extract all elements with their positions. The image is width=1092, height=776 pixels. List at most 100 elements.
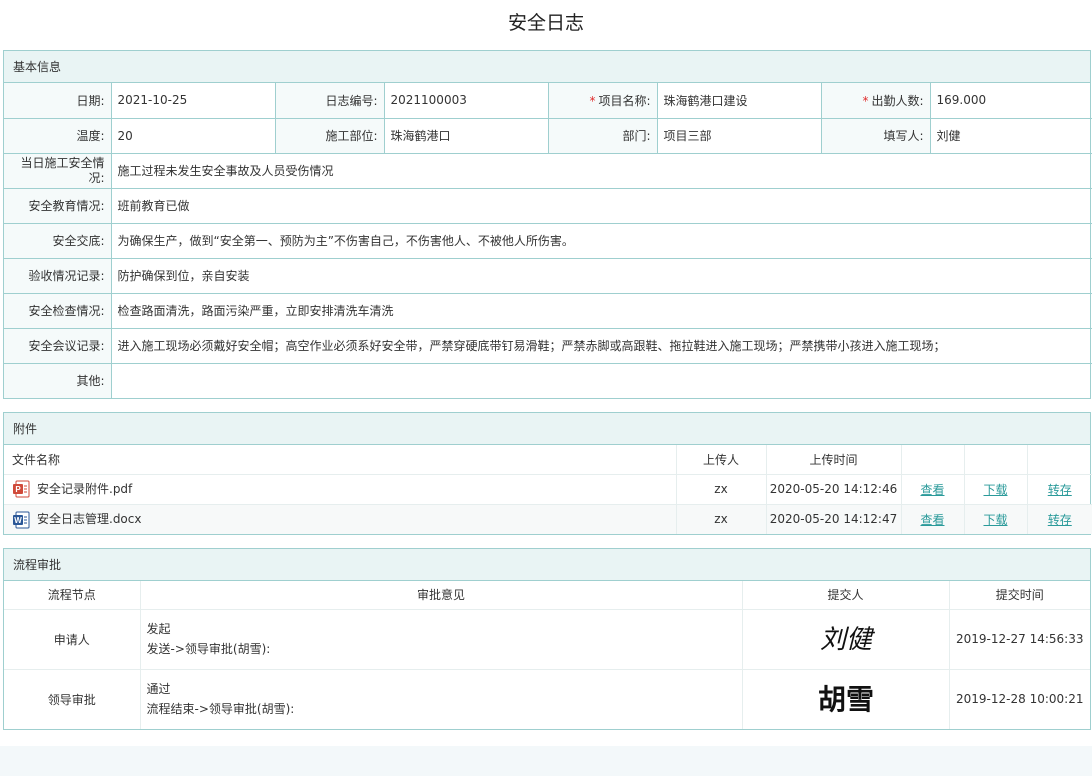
safety-status-label: 当日施工安全情况: <box>4 153 112 189</box>
col-upload-time: 上传时间 <box>766 445 902 475</box>
flow-node: 领导审批 <box>4 669 141 729</box>
signature-cell: 胡雪 <box>742 669 950 729</box>
attendance-value: 169.000 <box>930 83 1092 119</box>
temperature-label: 温度: <box>4 118 112 154</box>
col-node: 流程节点 <box>4 581 141 610</box>
file-name: 安全记录附件.pdf <box>37 481 133 496</box>
download-cell: 下载 <box>964 474 1028 505</box>
flow-node: 申请人 <box>4 609 141 670</box>
uploader: zx <box>676 504 767 534</box>
transfer-link[interactable]: 转存 <box>1048 513 1072 527</box>
attachments-header-row: 文件名称 上传人 上传时间 <box>4 445 1092 475</box>
upload-time: 2020-05-20 14:12:46 <box>766 474 902 505</box>
safety-education-value: 班前教育已做 <box>111 188 1092 224</box>
info-row-2: 温度: 20 施工部位: 珠海鹤港口 部门: 项目三部 填写人: 刘健 <box>4 118 1092 154</box>
download-link[interactable]: 下载 <box>983 513 1007 527</box>
col-view <box>901 445 965 475</box>
safety-meeting-label: 安全会议记录: <box>4 328 112 364</box>
required-mark: * <box>589 93 596 108</box>
file-name-cell: W 安全日志管理.docx <box>4 504 677 534</box>
view-cell: 查看 <box>901 504 965 534</box>
author-label: 填写人: <box>821 118 931 154</box>
svg-text:P: P <box>15 485 21 494</box>
workflow-header: 流程审批 <box>4 549 1090 581</box>
info-row-safety-briefing: 安全交底: 为确保生产，做到“安全第一、预防为主”不伤害自己，不伤害他人、不被他… <box>4 223 1092 259</box>
uploader: zx <box>676 474 767 505</box>
submit-time: 2019-12-27 14:56:33 <box>949 609 1090 670</box>
other-value <box>111 363 1092 398</box>
submit-time: 2019-12-28 10:00:21 <box>956 692 1084 707</box>
safety-briefing-value: 为确保生产，做到“安全第一、预防为主”不伤害自己，不伤害他人、不被他人所伤害。 <box>111 223 1092 259</box>
page-footer-band <box>0 746 1092 776</box>
workflow-row: 申请人 发起 发送->领导审批(胡雪): 刘健 2019-12-27 14:56… <box>4 609 1090 670</box>
view-link[interactable]: 查看 <box>920 513 944 527</box>
opinion-cell: 通过 流程结束->领导审批(胡雪): <box>140 669 743 729</box>
attachments-panel: 附件 文件名称 上传人 上传时间 P 安全记录附件.pdf zx 2020-05… <box>3 412 1092 535</box>
date-value: 2021-10-25 <box>111 83 276 119</box>
col-uploader: 上传人 <box>676 445 767 475</box>
acceptance-value: 防护确保到位，亲自安装 <box>111 258 1092 294</box>
attachments-table: 文件名称 上传人 上传时间 P 安全记录附件.pdf zx 2020-05-20… <box>4 445 1092 534</box>
date-label: 日期: <box>4 83 112 119</box>
svg-text:W: W <box>14 516 22 525</box>
info-row-acceptance: 验收情况记录: 防护确保到位，亲自安装 <box>4 258 1092 294</box>
construction-site-value: 珠海鹤港口 <box>384 118 549 154</box>
download-cell: 下载 <box>964 504 1028 534</box>
opinion-text: 通过 <box>146 682 171 697</box>
safety-briefing-label: 安全交底: <box>4 223 112 259</box>
safety-meeting-value: 进入施工现场必须戴好安全帽；高空作业必须系好安全带，严禁穿硬底带钉易滑鞋；严禁赤… <box>111 328 1092 364</box>
opinion-text: 发起 <box>146 622 171 636</box>
workflow-panel: 流程审批 流程节点 审批意见 提交人 提交时间 申请人 发起 发送->领导审批(… <box>3 548 1091 730</box>
department-value: 项目三部 <box>657 118 822 154</box>
info-row-1: 日期: 2021-10-25 日志编号: 2021100003 * 项目名称: 珠… <box>4 83 1092 119</box>
attendance-label: * 出勤人数: <box>821 83 931 119</box>
project-name-value: 珠海鹤港口建设 <box>657 83 822 119</box>
other-label: 其他: <box>4 363 112 398</box>
view-link[interactable]: 查看 <box>920 483 944 497</box>
workflow-table: 流程节点 审批意见 提交人 提交时间 申请人 发起 发送->领导审批(胡雪): … <box>4 581 1090 729</box>
col-opinion: 审批意见 <box>140 581 743 610</box>
info-row-safety-inspection: 安全检查情况: 检查路面清洗，路面污染严重，立即安排清洗车清洗 <box>4 293 1092 329</box>
col-submit-time: 提交时间 <box>949 581 1090 610</box>
department-label: 部门: <box>548 118 658 154</box>
transfer-cell: 转存 <box>1027 504 1092 534</box>
workflow-row: 领导审批 通过 流程结束->领导审批(胡雪): 胡雪 2019-12-28 10… <box>4 669 1090 729</box>
safety-inspection-label: 安全检查情况: <box>4 293 112 329</box>
attachments-header: 附件 <box>4 413 1090 445</box>
required-mark: * <box>862 93 869 108</box>
upload-time: 2020-05-20 14:12:47 <box>766 504 902 534</box>
temperature-value: 20 <box>111 118 276 154</box>
svg-text:刘健: 刘健 <box>819 625 875 655</box>
basic-info-header: 基本信息 <box>4 51 1090 83</box>
opinion-cell: 发起 发送->领导审批(胡雪): <box>140 609 743 670</box>
svg-text:胡雪: 胡雪 <box>817 683 873 716</box>
transfer-cell: 转存 <box>1027 474 1092 505</box>
safety-status-value: 施工过程未发生安全事故及人员受伤情况 <box>111 153 1092 189</box>
info-row-safety-meeting: 安全会议记录: 进入施工现场必须戴好安全帽；高空作业必须系好安全带，严禁穿硬底带… <box>4 328 1092 364</box>
safety-education-label: 安全教育情况: <box>4 188 112 224</box>
download-link[interactable]: 下载 <box>983 483 1007 497</box>
file-name: 安全日志管理.docx <box>37 512 142 526</box>
info-row-safety-education: 安全教育情况: 班前教育已做 <box>4 188 1092 224</box>
project-name-label: * 项目名称: <box>548 83 658 119</box>
signature-image: 刘健 <box>819 625 875 655</box>
construction-site-label: 施工部位: <box>275 118 385 154</box>
safety-inspection-value: 检查路面清洗，路面污染严重，立即安排清洗车清洗 <box>111 293 1092 329</box>
signature-cell: 刘健 <box>742 609 950 670</box>
col-download <box>964 445 1028 475</box>
col-transfer <box>1027 445 1092 475</box>
opinion-detail: 发送->领导审批(胡雪): <box>146 642 271 656</box>
basic-info-table: 日期: 2021-10-25 日志编号: 2021100003 * 项目名称: 珠… <box>4 83 1092 398</box>
attachment-row: W 安全日志管理.docx zx 2020-05-20 14:12:47 查看 … <box>4 504 1092 534</box>
col-file-name: 文件名称 <box>4 445 677 475</box>
opinion-detail: 流程结束->领导审批(胡雪): <box>146 702 295 717</box>
signature-image: 胡雪 <box>817 683 873 716</box>
view-cell: 查看 <box>901 474 965 505</box>
log-number-value: 2021100003 <box>384 83 549 119</box>
basic-info-panel: 基本信息 日期: 2021-10-25 日志编号: 2021100003 * 项目… <box>3 50 1092 399</box>
acceptance-label: 验收情况记录: <box>4 258 112 294</box>
pdf-file-icon: P <box>12 480 30 498</box>
file-name-cell: P 安全记录附件.pdf <box>4 474 677 505</box>
word-file-icon: W <box>12 511 30 529</box>
transfer-link[interactable]: 转存 <box>1048 483 1072 497</box>
